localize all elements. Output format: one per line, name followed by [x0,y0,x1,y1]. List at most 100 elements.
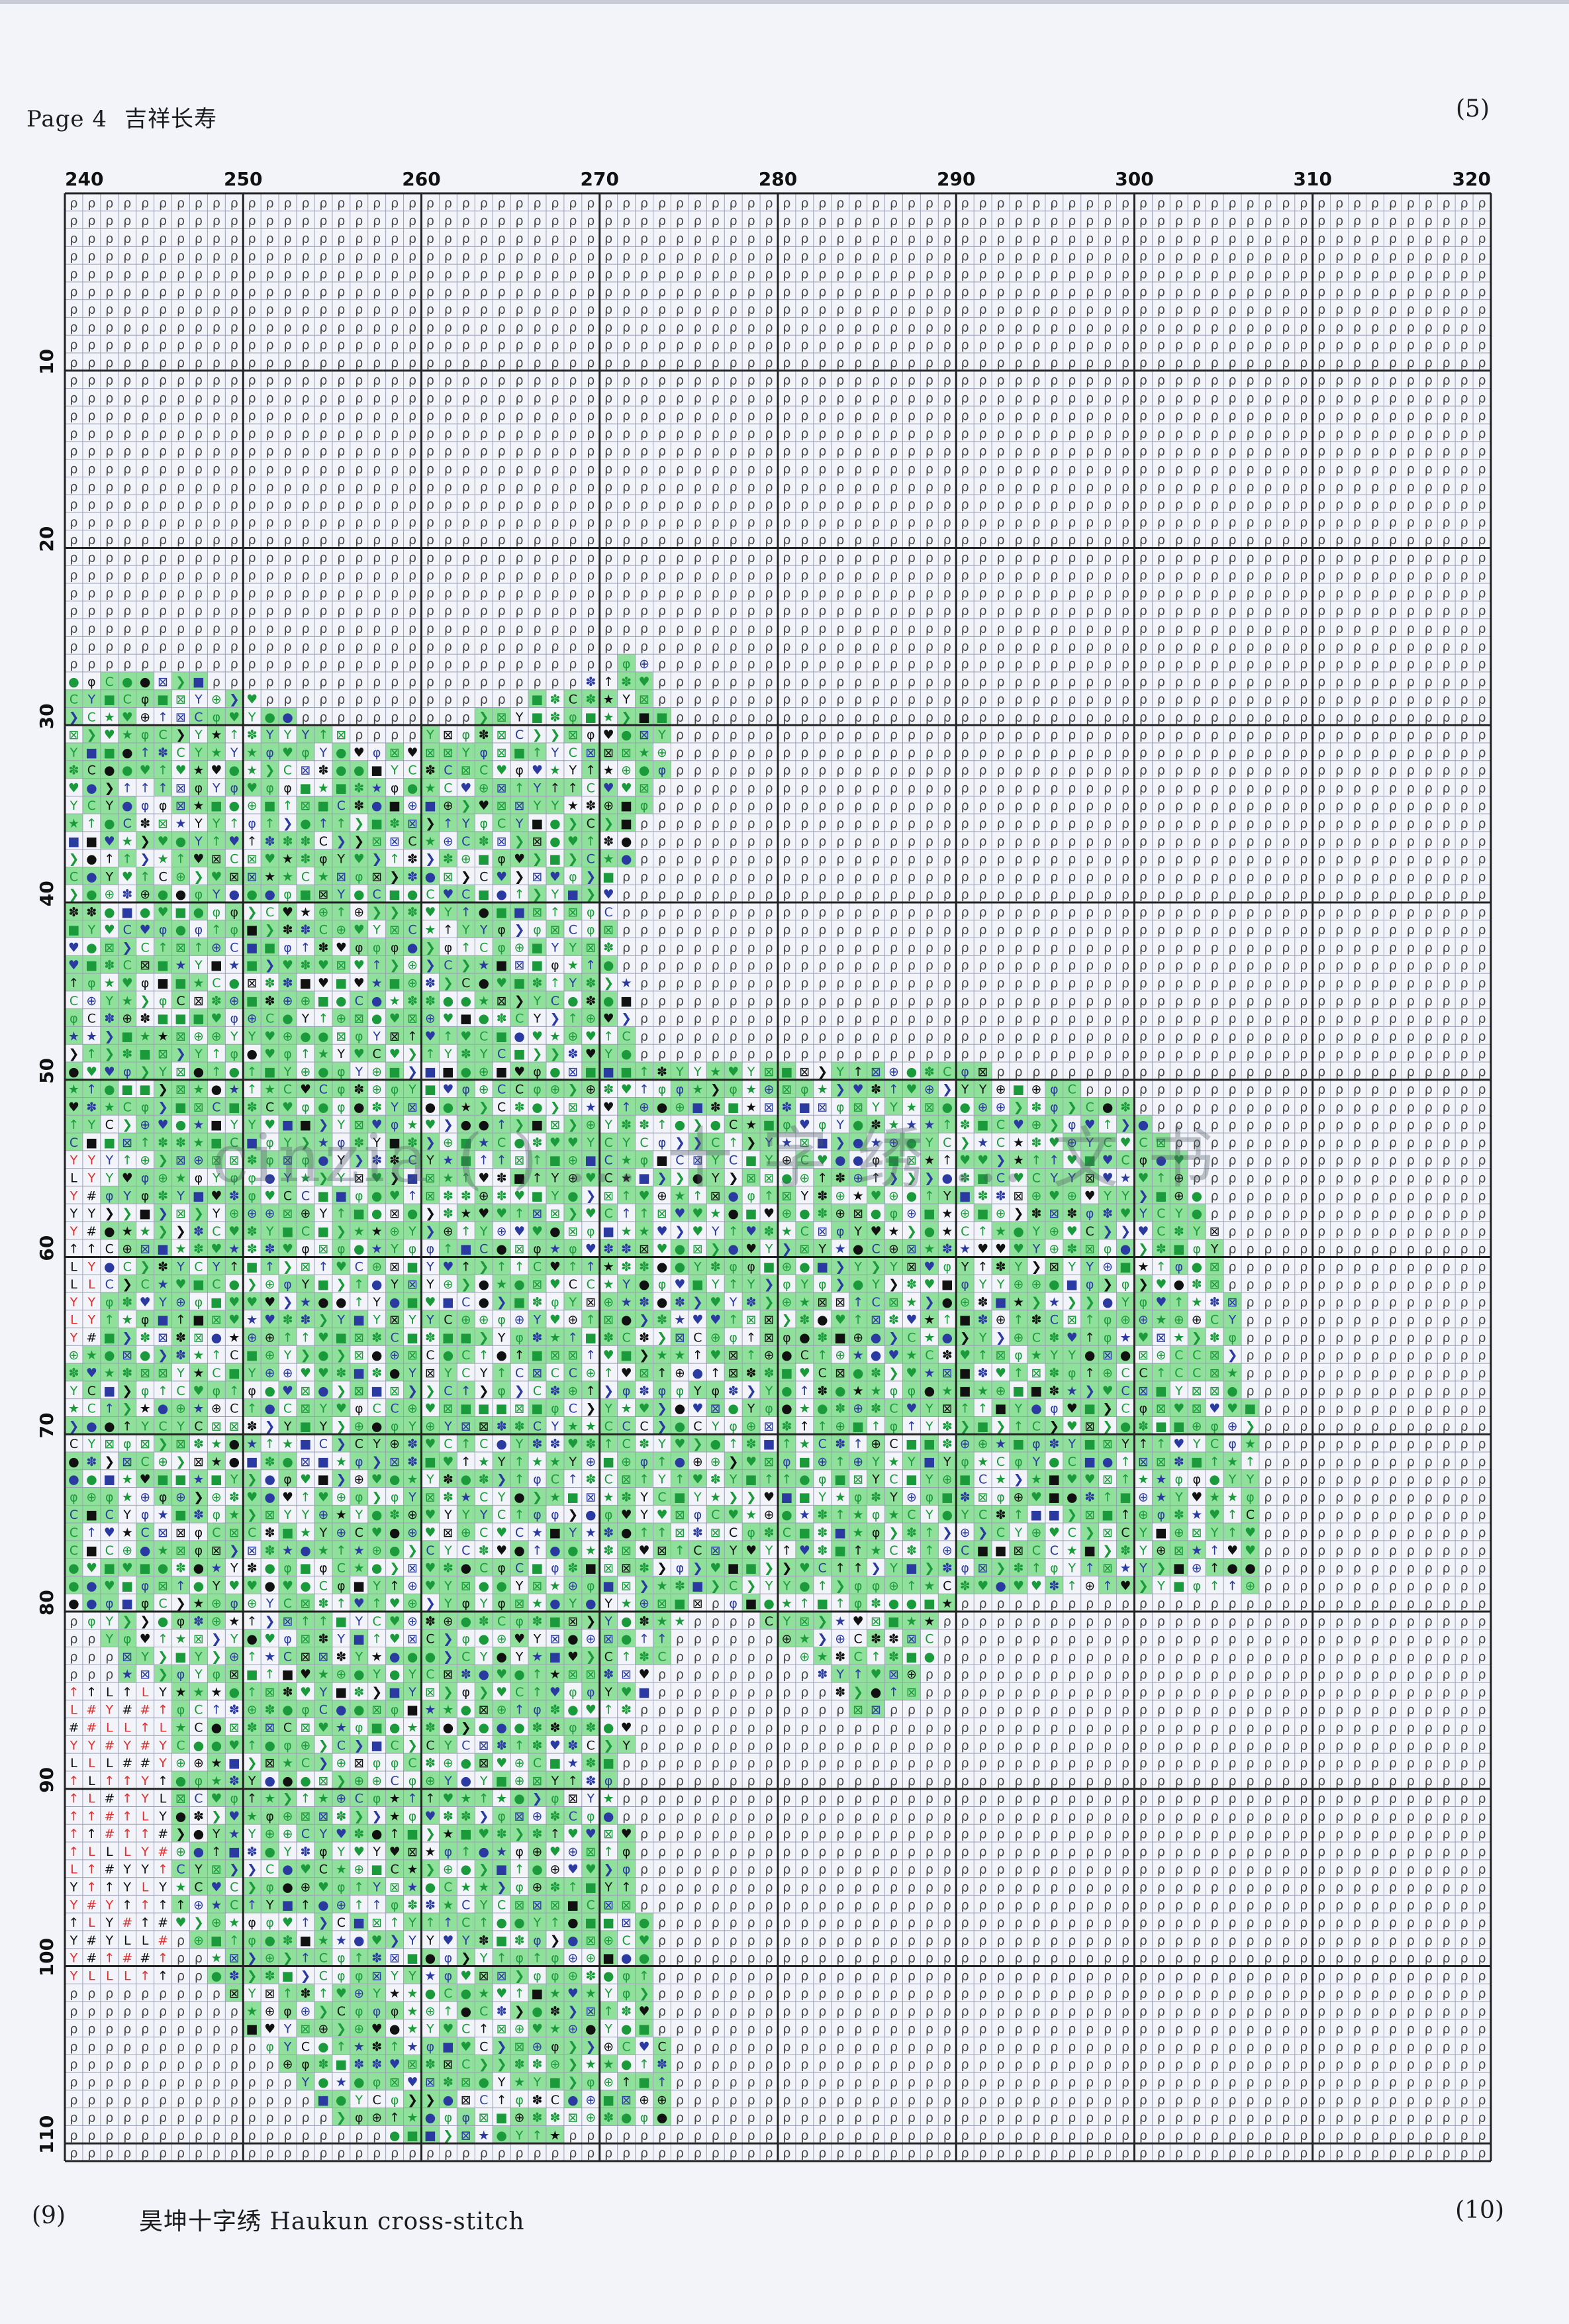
stitch-symbol: ρ [1104,621,1112,636]
stitch-symbol: ρ [1407,214,1415,228]
stitch-symbol: ★ [639,746,650,760]
stitch-symbol: ρ [337,675,345,689]
stitch-symbol: ρ [569,550,577,565]
stitch-symbol: ρ [1407,746,1415,760]
stitch-symbol: ρ [408,320,416,334]
stitch-symbol: ρ [284,338,292,352]
stitch-symbol: ρ [177,586,185,601]
stitch-symbol: ρ [1246,320,1254,334]
stitch-symbol: ρ [1211,639,1219,654]
stitch-symbol: ↑ [318,816,328,831]
stitch-symbol: ρ [1193,604,1201,618]
stitch-symbol: ρ [890,728,898,742]
stitch-symbol: ★ [318,781,329,795]
stitch-symbol: ρ [1121,338,1129,352]
stitch-symbol: ρ [87,657,95,671]
stitch-symbol: ρ [105,657,113,671]
stitch-symbol: ρ [230,231,238,246]
stitch-symbol: ρ [105,568,113,583]
stitch-symbol: ρ [498,586,506,601]
stitch-symbol: ρ [462,391,470,405]
stitch-symbol: ρ [1121,710,1129,724]
stitch-symbol: ρ [1014,728,1022,742]
stitch-symbol: ρ [1014,586,1022,601]
stitch-symbol: ρ [1175,728,1183,742]
stitch-symbol: ρ [1335,409,1343,423]
stitch-symbol: ρ [1229,214,1237,228]
stitch-symbol: ρ [800,479,808,494]
stitch-symbol: ρ [1193,444,1201,459]
stitch-symbol: ρ [747,320,755,334]
stitch-symbol: ρ [694,550,702,565]
stitch-symbol: ρ [301,515,309,530]
stitch-symbol: ρ [640,586,648,601]
stitch-symbol: ↑ [229,816,240,831]
stitch-symbol: ρ [301,462,309,477]
stitch-symbol: ρ [1068,338,1076,352]
stitch-symbol: ⊠ [639,781,649,795]
stitch-symbol: ρ [765,303,773,317]
stitch-symbol: ρ [712,675,720,689]
stitch-symbol: ρ [1246,249,1254,264]
stitch-symbol: ρ [1353,373,1361,388]
stitch-symbol: ρ [123,568,131,583]
stitch-symbol: ρ [355,231,363,246]
stitch-symbol: ρ [195,515,203,530]
stitch-symbol: ■ [424,799,436,813]
stitch-symbol: ρ [1068,781,1076,795]
stitch-symbol: ρ [943,604,951,618]
stitch-symbol: ρ [355,391,363,405]
stitch-symbol: ρ [1086,303,1094,317]
stitch-symbol: ρ [747,338,755,352]
stitch-symbol: ρ [997,533,1005,548]
stitch-symbol: ρ [1282,657,1290,671]
stitch-symbol: ρ [1032,373,1040,388]
stitch-symbol: ρ [961,693,969,707]
stitch-symbol: ρ [1478,710,1486,724]
stitch-symbol: ρ [480,550,488,565]
stitch-symbol: φ [195,781,203,795]
stitch-symbol: ρ [1086,763,1094,778]
stitch-symbol: ρ [516,533,524,548]
stitch-symbol: ρ [1389,621,1397,636]
stitch-symbol: ρ [426,338,434,352]
stitch-symbol: ρ [961,799,969,813]
stitch-symbol: ρ [587,657,594,671]
stitch-symbol: ρ [997,639,1005,654]
stitch-symbol: ρ [1157,231,1165,246]
stitch-symbol: ρ [1460,657,1468,671]
stitch-symbol: ρ [979,497,987,512]
stitch-symbol: ρ [1193,479,1201,494]
stitch-symbol: ρ [1264,781,1272,795]
stitch-symbol: ρ [444,693,452,707]
stitch-symbol: ρ [747,462,755,477]
stitch-symbol: ρ [319,285,327,299]
stitch-symbol: ρ [1193,409,1201,423]
stitch-symbol: ❯ [479,710,489,724]
stitch-symbol: ρ [908,675,916,689]
stitch-symbol: ρ [640,231,648,246]
stitch-symbol: ρ [1282,267,1290,281]
stitch-symbol: ρ [159,267,167,281]
stitch-symbol: ρ [1014,763,1022,778]
stitch-symbol: ρ [1211,426,1219,441]
stitch-symbol: ρ [604,568,612,583]
stitch-symbol: ρ [1050,249,1058,264]
stitch-symbol: ρ [712,533,720,548]
stitch-symbol: ρ [498,409,506,423]
stitch-symbol: ρ [1050,816,1058,831]
stitch-symbol: ρ [1425,320,1433,334]
stitch-symbol: ρ [408,728,416,742]
stitch-symbol: ρ [1478,746,1486,760]
stitch-symbol: ρ [141,196,149,211]
stitch-symbol: ρ [301,550,309,565]
stitch-symbol: ρ [836,621,844,636]
stitch-symbol: ρ [872,621,880,636]
stitch-symbol: ρ [569,568,577,583]
stitch-symbol: ρ [1014,285,1022,299]
stitch-symbol: ρ [1282,409,1290,423]
stitch-symbol: ρ [569,675,577,689]
stitch-symbol: ρ [943,303,951,317]
stitch-symbol: ρ [1121,196,1129,211]
stitch-symbol: ρ [908,639,916,654]
